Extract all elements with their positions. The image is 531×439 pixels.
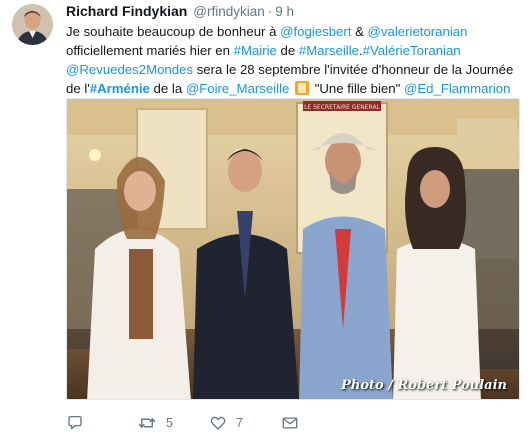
retweet-button[interactable]: 5 <box>137 413 173 433</box>
photo-credit: Photo / Robert Poulain <box>341 378 507 393</box>
mention-link[interactable]: @valerietoranian <box>368 24 468 39</box>
reply-button[interactable] <box>66 413 93 433</box>
author-handle[interactable]: @rfindykian <box>193 4 264 19</box>
heart-icon <box>209 414 227 432</box>
tweet-header: Richard Findykian @rfindykian · 9 h <box>66 2 521 20</box>
hashtag-link[interactable]: #Marseille <box>299 43 359 58</box>
tweet: Richard Findykian @rfindykian · 9 h Je sou… <box>0 0 531 439</box>
text-segment: & <box>351 24 368 39</box>
avatar[interactable] <box>12 4 53 45</box>
like-count: 7 <box>236 416 243 430</box>
mention-link[interactable]: @Ed_Flammarion <box>404 81 510 96</box>
text-segment: Je souhaite beaucoup de bonheur à <box>66 24 281 39</box>
text-segment: "Une fille bien" <box>311 81 404 96</box>
direct-message-button[interactable] <box>281 413 299 433</box>
separator-dot: · <box>267 4 273 19</box>
text-segment: officiellement mariés hier en <box>66 43 234 58</box>
photo-image: LE SECRETAIRE GENERAL <box>67 99 519 399</box>
text-segment: de la <box>149 81 186 96</box>
door-sign-text: LE SECRETAIRE GENERAL <box>304 104 380 111</box>
tweet-text: Je souhaite beaucoup de bonheur à @fogie… <box>66 22 521 98</box>
like-button[interactable]: 7 <box>209 413 243 433</box>
tweet-actions: 5 7 <box>66 413 396 433</box>
book-emoji-icon <box>295 81 310 95</box>
mention-link[interactable]: @Revuedes2Mondes <box>66 62 193 77</box>
text-segment: de <box>276 43 299 58</box>
envelope-icon <box>281 414 299 432</box>
retweet-icon <box>137 414 157 432</box>
tweet-time[interactable]: 9 h <box>275 4 294 19</box>
hashtag-link[interactable]: #Mairie <box>234 43 277 58</box>
hashtag-link[interactable]: #Arménie <box>90 81 150 96</box>
author-display-name[interactable]: Richard Findykian <box>66 3 187 19</box>
mention-link[interactable]: @fogiesbert <box>280 24 351 39</box>
text-segment <box>289 81 293 96</box>
tweet-content: Richard Findykian @rfindykian · 9 h Je sou… <box>66 2 521 98</box>
hashtag-link[interactable]: #ValérieToranian <box>363 43 461 58</box>
retweet-count: 5 <box>166 416 173 430</box>
tweet-photo[interactable]: LE SECRETAIRE GENERAL Photo / Robert Pou… <box>66 98 520 400</box>
avatar-image <box>12 4 53 45</box>
reply-icon <box>66 414 84 432</box>
mention-link[interactable]: @Foire_Marseille <box>186 81 290 96</box>
